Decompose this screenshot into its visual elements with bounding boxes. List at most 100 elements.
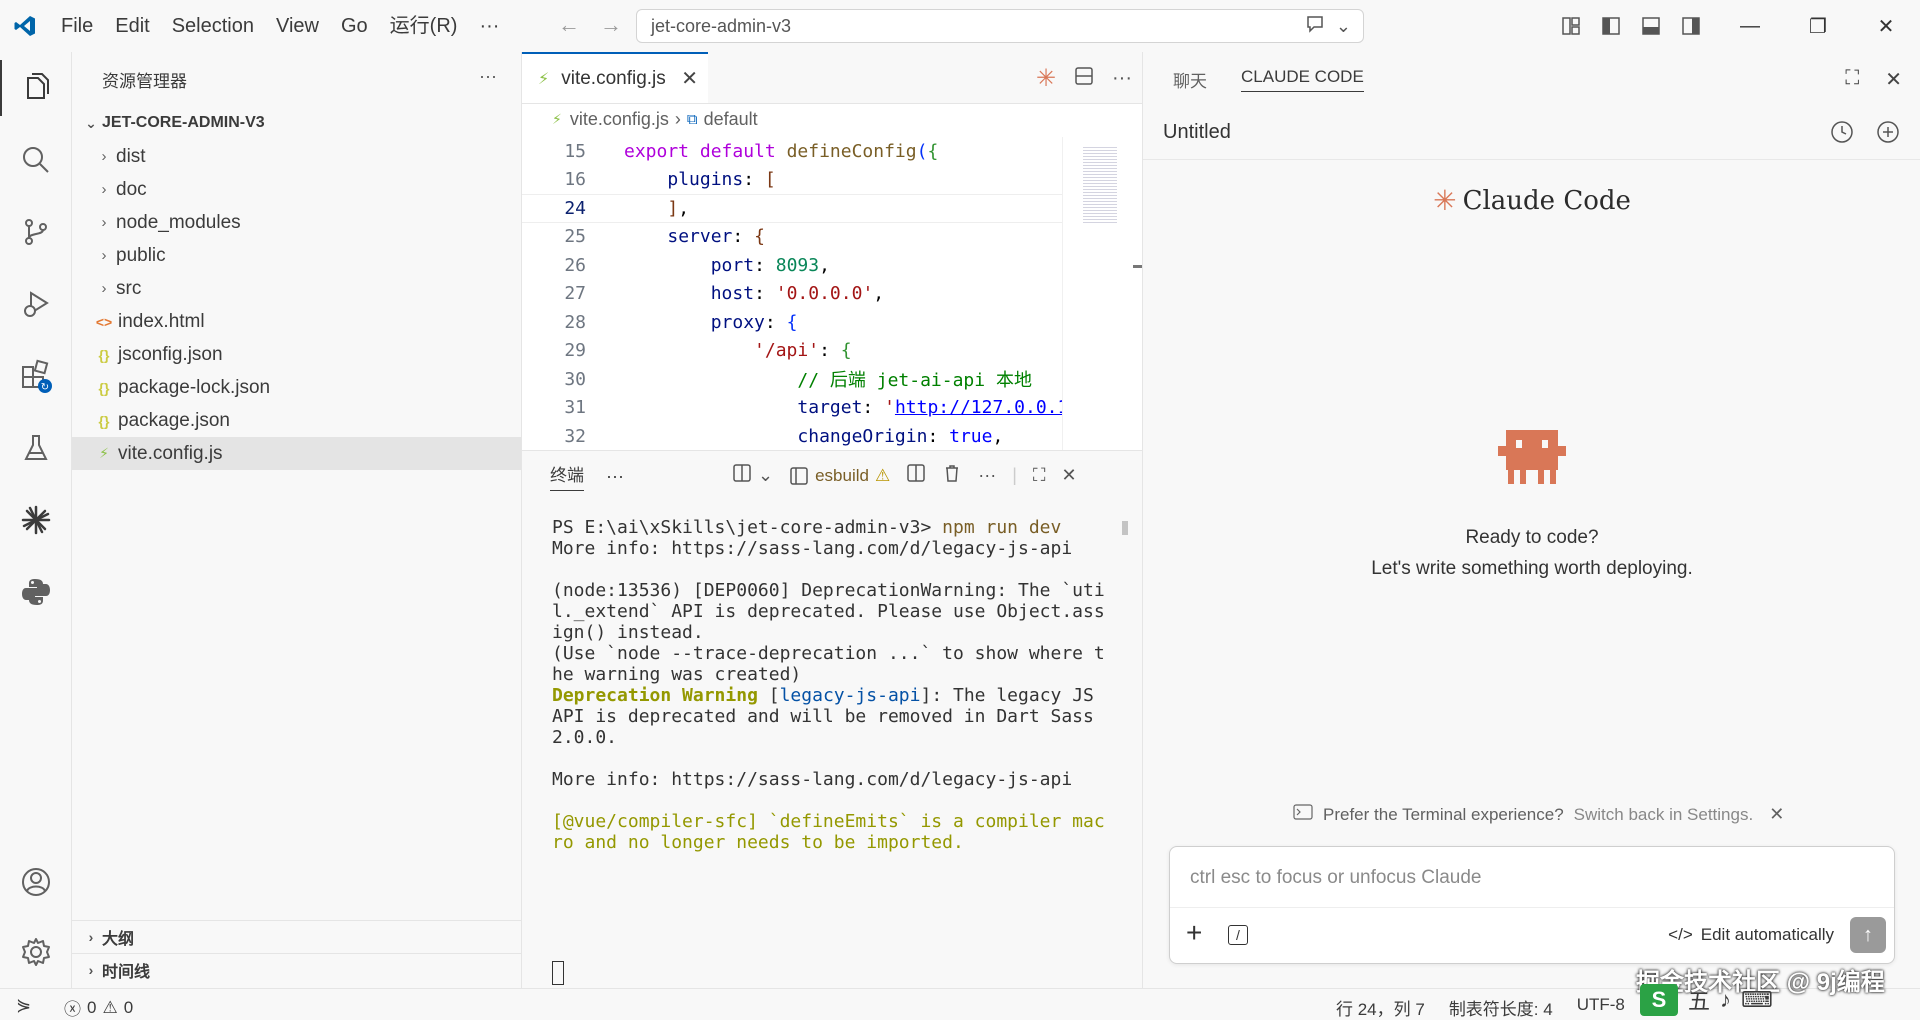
code-line[interactable]: 16 plugins: [ bbox=[522, 166, 1062, 195]
menu-selection[interactable]: Selection bbox=[161, 0, 265, 52]
split-editor-icon[interactable] bbox=[1074, 66, 1094, 92]
code-line[interactable]: 30 // 后端 jet-ai-api 本地 bbox=[522, 365, 1062, 394]
history-clock-icon[interactable] bbox=[1830, 120, 1854, 150]
remote-icon[interactable]: ⋟ bbox=[16, 995, 31, 1016]
copilot-chat-icon[interactable] bbox=[1306, 15, 1326, 38]
problems-indicator[interactable]: ⓧ 0 ⚠ 0 bbox=[64, 995, 133, 1020]
split-terminal-icon[interactable] bbox=[906, 463, 926, 488]
timeline-section[interactable]: › 时间线 bbox=[72, 953, 522, 986]
tree-item-doc[interactable]: › doc bbox=[72, 173, 521, 206]
tree-item-package-lock-json[interactable]: {} package-lock.json bbox=[72, 371, 521, 404]
close-panel-icon[interactable]: ✕ bbox=[1062, 465, 1077, 486]
close-tab-icon[interactable]: ✕ bbox=[681, 66, 698, 91]
back-arrow-icon[interactable]: ← bbox=[558, 12, 580, 38]
menu-more[interactable]: ··· bbox=[468, 0, 510, 52]
search-icon[interactable] bbox=[0, 124, 72, 196]
code-line[interactable]: 15 export default defineConfig({ bbox=[522, 137, 1062, 166]
send-button[interactable]: ↑ bbox=[1850, 917, 1886, 953]
tab-chat[interactable]: 聊天 bbox=[1173, 67, 1207, 92]
tree-item-package-json[interactable]: {} package.json bbox=[72, 404, 521, 437]
breadcrumb-file[interactable]: vite.config.js bbox=[570, 109, 669, 130]
toggle-panel-icon[interactable] bbox=[1638, 13, 1664, 39]
code-line[interactable]: 31 target: 'http://127.0.0.1:8 bbox=[522, 394, 1062, 423]
menu-run[interactable]: 运行(R) bbox=[379, 0, 469, 52]
new-session-icon[interactable] bbox=[1876, 120, 1900, 150]
encoding[interactable]: UTF-8 bbox=[1577, 995, 1625, 1020]
run-debug-icon[interactable] bbox=[0, 268, 72, 340]
tree-item-dist[interactable]: › dist bbox=[72, 140, 521, 173]
prompt-input[interactable]: ctrl esc to focus or unfocus Claude bbox=[1190, 867, 1481, 889]
tree-item-index-html[interactable]: <> index.html bbox=[72, 305, 521, 338]
slash-command-icon[interactable]: / bbox=[1228, 925, 1248, 945]
code-line[interactable]: 25 server: { bbox=[522, 223, 1062, 252]
panel-more-icon[interactable]: ··· bbox=[606, 466, 624, 487]
tab-vite-config[interactable]: ⚡ vite.config.js ✕ bbox=[522, 52, 708, 103]
menu-view[interactable]: View bbox=[265, 0, 330, 52]
accounts-icon[interactable] bbox=[0, 846, 72, 918]
code-line[interactable]: 28 proxy: { bbox=[522, 308, 1062, 337]
terminal-more-icon[interactable]: ··· bbox=[978, 465, 996, 486]
outline-section[interactable]: › 大纲 bbox=[72, 920, 522, 953]
python-icon[interactable] bbox=[0, 556, 72, 628]
code-line[interactable]: 29 '/api': { bbox=[522, 337, 1062, 366]
code-editor[interactable]: 15 export default defineConfig({16 plugin… bbox=[522, 137, 1062, 450]
ime-keyboard-icon[interactable]: ⌨ bbox=[1741, 987, 1773, 1013]
chevron-down-icon[interactable]: ⌄ bbox=[1336, 16, 1351, 37]
close-icon[interactable]: ✕ bbox=[1885, 67, 1902, 92]
code-line[interactable]: 32 changeOrigin: true, bbox=[522, 422, 1062, 450]
toggle-secondary-sidebar-icon[interactable] bbox=[1678, 13, 1704, 39]
close-window-icon[interactable]: ✕ bbox=[1852, 0, 1920, 52]
tree-item-node-modules[interactable]: › node_modules bbox=[72, 206, 521, 239]
explorer-icon[interactable] bbox=[0, 52, 72, 124]
tab-terminal[interactable]: 终端 bbox=[550, 461, 584, 491]
dismiss-hint-icon[interactable]: ✕ bbox=[1769, 804, 1784, 825]
sogou-ime-icon[interactable]: S bbox=[1640, 984, 1678, 1016]
ime-punct-icon[interactable]: ♪ bbox=[1720, 987, 1731, 1013]
customize-layout-icon[interactable] bbox=[1558, 13, 1584, 39]
workspace-root[interactable]: ⌄ JET-CORE-ADMIN-V3 bbox=[72, 106, 521, 140]
tree-item-jsconfig-json[interactable]: {} jsconfig.json bbox=[72, 338, 521, 371]
menu-file[interactable]: File bbox=[50, 0, 104, 52]
new-terminal-icon[interactable] bbox=[732, 463, 752, 488]
source-control-icon[interactable] bbox=[0, 196, 72, 268]
prompt-input-box: ctrl esc to focus or unfocus Claude + / … bbox=[1169, 846, 1895, 964]
toggle-primary-sidebar-icon[interactable] bbox=[1598, 13, 1624, 39]
code-line[interactable]: 24 ], bbox=[522, 194, 1062, 223]
settings-gear-icon[interactable] bbox=[0, 916, 72, 988]
explorer-more-icon[interactable]: ··· bbox=[479, 66, 497, 87]
restore-icon[interactable]: ❐ bbox=[1784, 0, 1852, 52]
terminal-output[interactable]: PS E:\ai\xSkills\jet-core-admin-v3> npm … bbox=[552, 517, 1112, 853]
edit-mode-toggle[interactable]: </> Edit automatically bbox=[1668, 925, 1834, 945]
extensions-icon[interactable]: ↻ bbox=[0, 340, 72, 412]
menu-go[interactable]: Go bbox=[330, 0, 379, 52]
chevron-down-icon[interactable]: ⌄ bbox=[758, 465, 773, 486]
terminal-text: [@vue/compiler-sfc] `defineEmits` is a c… bbox=[552, 811, 1105, 832]
switch-settings-link[interactable]: Switch back in Settings. bbox=[1574, 805, 1754, 825]
claude-star-icon[interactable]: ✳ bbox=[1036, 64, 1056, 93]
claude-icon[interactable] bbox=[0, 484, 72, 556]
command-center-search[interactable]: jet-core-admin-v3 ⌄ bbox=[636, 9, 1364, 43]
tree-item-src[interactable]: › src bbox=[72, 272, 521, 305]
minimap[interactable] bbox=[1062, 137, 1143, 450]
forward-arrow-icon[interactable]: → bbox=[600, 12, 622, 38]
file-tree: › dist › doc › node_modules › public › src <> index… bbox=[72, 140, 521, 470]
menu-edit[interactable]: Edit bbox=[104, 0, 160, 52]
maximize-icon[interactable]: ⛶ bbox=[1845, 67, 1859, 92]
tab-size[interactable]: 制表符长度: 4 bbox=[1449, 995, 1553, 1020]
terminal-selector[interactable]: esbuild ⚠ bbox=[789, 466, 890, 486]
breadcrumb-symbol[interactable]: default bbox=[704, 109, 758, 130]
add-attachment-icon[interactable]: + bbox=[1186, 917, 1202, 949]
editor-more-icon[interactable]: ··· bbox=[1112, 67, 1132, 90]
maximize-panel-icon[interactable]: ⛶ bbox=[1033, 465, 1046, 486]
testing-flask-icon[interactable] bbox=[0, 412, 72, 484]
tab-claude-code[interactable]: CLAUDE CODE bbox=[1241, 67, 1364, 92]
tree-item-public[interactable]: › public bbox=[72, 239, 521, 272]
code-line[interactable]: 27 host: '0.0.0.0', bbox=[522, 280, 1062, 309]
terminal-scrollbar[interactable] bbox=[1122, 521, 1128, 535]
cursor-position[interactable]: 行 24，列 7 bbox=[1336, 995, 1425, 1020]
ime-mode-icon[interactable]: 五 bbox=[1688, 984, 1710, 1016]
minimize-icon[interactable]: — bbox=[1716, 0, 1784, 52]
tree-item-vite-config-js[interactable]: ⚡ vite.config.js bbox=[72, 437, 521, 470]
code-line[interactable]: 26 port: 8093, bbox=[522, 251, 1062, 280]
trash-icon[interactable] bbox=[942, 463, 962, 488]
